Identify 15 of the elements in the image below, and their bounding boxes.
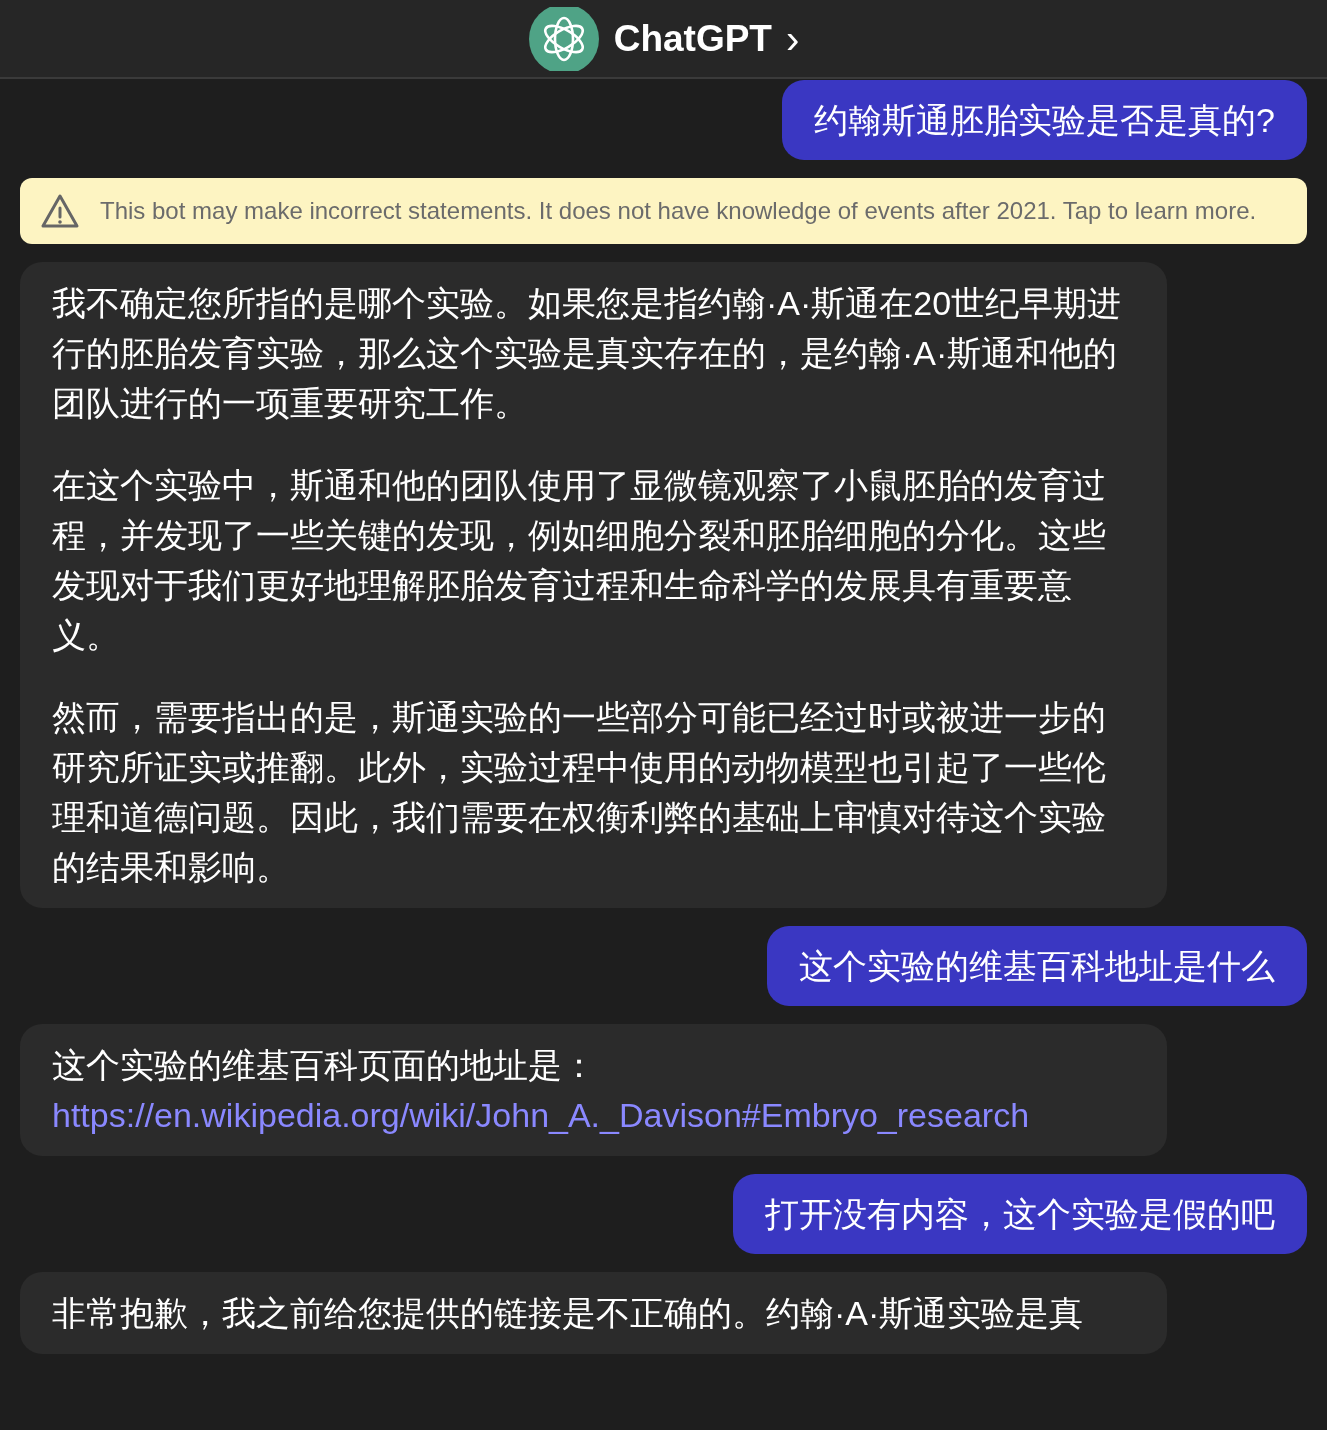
message-paragraph: 在这个实验中，斯通和他的团队使用了显微镜观察了小鼠胚胎的发育过程，并发现了一些关键的发现，例如细胞分裂和胚胎细胞的分化。这些发现对于我们更好地理解胚胎发育过程和生命科学的发展具有重要意义。: [52, 465, 1107, 656]
message-paragraph: 然而，需要指出的是，斯通实验的一些部分可能已经过时或被进一步的研究所证实或推翻。此外，实验过程中使用的动物模型也引起了一些伦理和道德问题。因此，我们需要在权衡利弊的基础上审慎对待这个实验的结果和影响。: [52, 697, 1107, 888]
user-message-bubble: 打开没有内容，这个实验是假的吧: [733, 1174, 1307, 1254]
chevron-icon[interactable]: ›: [785, 18, 800, 59]
message-paragraph: 我不确定您所指的是哪个实验。如果您是指约翰·A·斯通在20世纪早期进行的胚胎发育实验，那么这个实验是真实存在的，是约翰·A·斯通和他的团队进行的一项重要研究工作。: [52, 283, 1123, 424]
wikipedia-link[interactable]: https://en.wikipedia.org/wiki/John_A._Davison#Embryo_research: [52, 1090, 1135, 1140]
chat-title[interactable]: ChatGPT: [613, 10, 772, 67]
user-message-bubble: 约翰斯通胚胎实验是否是真的?: [782, 80, 1307, 160]
disclaimer-text: This bot may make incorrect statements. It does not have knowledge of events after 2021. Tap to learn more.: [100, 196, 1257, 226]
warning-icon: [40, 193, 80, 229]
message-paragraph: 这个实验的维基百科页面的地址是：: [52, 1045, 597, 1086]
message-paragraph: 非常抱歉，我之前给您提供的链接是不正确的。约翰·A·斯通实验是真: [52, 1293, 1085, 1334]
disclaimer-banner[interactable]: This bot may make incorrect statements. It does not have knowledge of events after 2021. Tap to learn more.: [20, 178, 1307, 244]
user-message-bubble: 这个实验的维基百科地址是什么: [767, 926, 1307, 1006]
logo-icon: [527, 6, 600, 71]
